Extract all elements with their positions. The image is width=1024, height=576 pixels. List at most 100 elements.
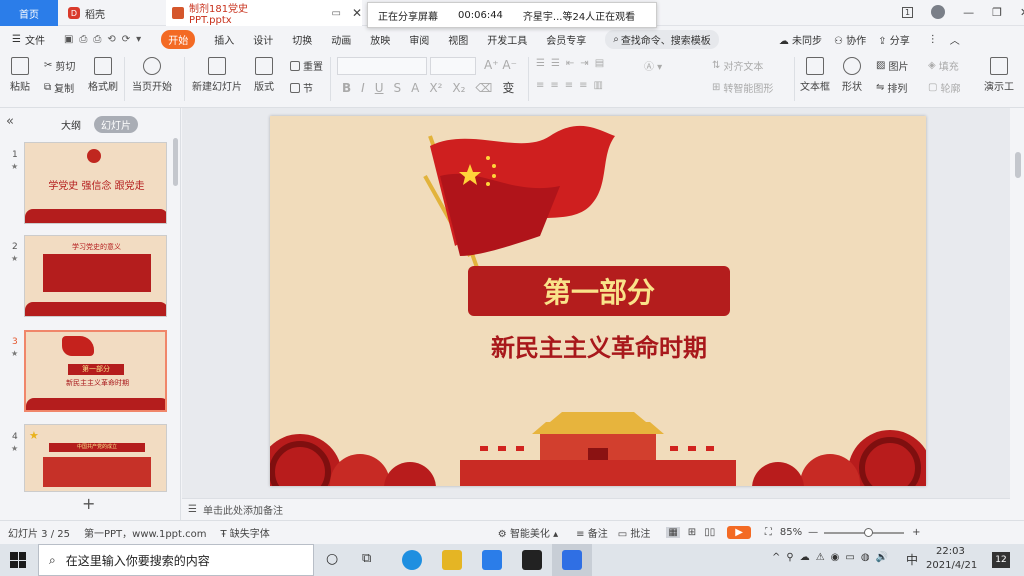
- share-viewers[interactable]: 齐星宇...等24人正在观看: [513, 8, 645, 23]
- file-explorer-icon[interactable]: [442, 550, 462, 570]
- slide-subtitle[interactable]: 新民主主义革命时期: [458, 328, 740, 363]
- mobile-app-icon[interactable]: [482, 550, 502, 570]
- sorter-view-icon[interactable]: ⊞: [688, 527, 696, 538]
- taskbar-time[interactable]: 22:03: [936, 546, 965, 557]
- slide-title[interactable]: 第一部分: [468, 266, 730, 316]
- slide-thumbnail-1[interactable]: 学党史 强信念 跟党走: [24, 142, 167, 224]
- from-current-button[interactable]: 当页开始: [132, 57, 172, 93]
- panel-scrollbar[interactable]: [173, 138, 178, 186]
- align-text-button[interactable]: ⇅ 对齐文本: [712, 58, 763, 73]
- maximize-icon[interactable]: ❐: [992, 6, 1002, 19]
- tab-outline[interactable]: 大纲: [54, 116, 88, 133]
- slide-thumbnail-3[interactable]: 第一部分 新民主主义革命时期: [24, 330, 167, 412]
- zoom-out-icon[interactable]: —: [808, 527, 818, 538]
- sync-status[interactable]: ☁ 未同步: [779, 32, 822, 47]
- format-painter-button[interactable]: 格式刷: [88, 57, 118, 93]
- hamburger-icon[interactable]: ☰: [12, 34, 21, 45]
- system-tray-icons[interactable]: ^⚲☁⚠◉▭◍🔊: [772, 552, 894, 563]
- close-window-icon[interactable]: ✕: [1020, 6, 1024, 19]
- menu-member[interactable]: 会员专享: [546, 32, 586, 47]
- picture-button[interactable]: ▨ 图片: [876, 58, 908, 73]
- tab-daoke[interactable]: D 稻壳: [60, 0, 160, 26]
- windows-start-icon[interactable]: [10, 552, 26, 568]
- minimize-icon[interactable]: —: [963, 6, 974, 19]
- menu-review[interactable]: 审阅: [409, 32, 429, 47]
- add-slide-button[interactable]: +: [82, 494, 95, 513]
- outline-button[interactable]: ▢ 轮廓: [928, 80, 960, 95]
- notes-toggle-button[interactable]: ≡ 备注: [576, 525, 608, 540]
- menu-design[interactable]: 设计: [253, 32, 273, 47]
- brush-icon: [94, 57, 112, 75]
- font-size-select[interactable]: [430, 57, 476, 75]
- collab-button[interactable]: ⚇ 协作: [834, 32, 866, 47]
- edge-icon[interactable]: [402, 550, 422, 570]
- notification-badge[interactable]: 12: [992, 552, 1010, 568]
- task-view-icon[interactable]: ⧉: [362, 551, 371, 566]
- notes-pane[interactable]: ☰ 单击此处添加备注: [182, 498, 1010, 520]
- menu-file[interactable]: 文件: [25, 32, 45, 47]
- new-slide-button[interactable]: 新建幻灯片: [192, 57, 242, 93]
- font-family-select[interactable]: [337, 57, 427, 75]
- paragraph-align-icons[interactable]: ≡≡≡≡▥: [536, 80, 609, 91]
- paste-button[interactable]: 粘贴: [10, 57, 30, 93]
- zoom-slider-handle[interactable]: [864, 527, 874, 537]
- zoom-in-icon[interactable]: +: [912, 527, 920, 538]
- zoom-level[interactable]: 85%: [780, 527, 802, 538]
- taskbar-date[interactable]: 2021/4/21: [926, 560, 977, 571]
- menu-devtools[interactable]: 开发工具: [487, 32, 527, 47]
- reading-view-icon[interactable]: ▯▯: [704, 527, 715, 538]
- collapse-panel-icon[interactable]: «: [6, 114, 14, 129]
- quick-access-icons[interactable]: ▣⎙⎙⟲⟳▾: [64, 34, 147, 45]
- menu-start[interactable]: 开始: [161, 29, 196, 49]
- zoom-slider[interactable]: [824, 527, 905, 537]
- ime-indicator[interactable]: 中: [906, 551, 918, 568]
- window-count-badge[interactable]: 1: [902, 6, 914, 18]
- font-size-adjust-icons[interactable]: A⁺ A⁻: [484, 58, 517, 72]
- menu-animation[interactable]: 动画: [331, 32, 351, 47]
- scroll-thumb[interactable]: [1015, 152, 1021, 178]
- taskbar-search[interactable]: ⌕ 在这里输入你要搜索的内容: [38, 544, 314, 576]
- tab-document[interactable]: 制剂181党史PPT.pptx ▭ ✕: [166, 0, 362, 26]
- comment-button[interactable]: ▭ 批注: [618, 525, 651, 540]
- slide-thumbnail-4[interactable]: ★ 中国共产党的成立: [24, 424, 167, 492]
- layout-button[interactable]: 版式: [254, 57, 274, 93]
- list-icons[interactable]: ☰☰⇤⇥▤: [536, 58, 610, 69]
- menu-insert[interactable]: 插入: [214, 32, 234, 47]
- beautify-button[interactable]: ⚙ 智能美化 ▴: [498, 525, 558, 540]
- avatar[interactable]: [931, 5, 946, 19]
- tab-home[interactable]: 首页: [0, 0, 58, 26]
- smart-graphic-button[interactable]: ⊞ 转智能图形: [712, 80, 773, 95]
- share-button[interactable]: ⇪ 分享: [878, 32, 910, 47]
- present-button[interactable]: 演示工: [984, 57, 1014, 93]
- fit-window-icon[interactable]: ⛶: [765, 527, 772, 538]
- normal-view-icon[interactable]: ▦: [666, 527, 680, 538]
- arrange-button[interactable]: ⇋ 排列: [876, 80, 907, 95]
- missing-font-button[interactable]: Ŧ 缺失字体: [220, 525, 269, 540]
- text-format-icons[interactable]: B I U S A X² X₂ ⌫ 变: [342, 79, 514, 96]
- collapse-ribbon-icon[interactable]: ︿: [950, 32, 960, 47]
- canvas-scrollbar[interactable]: [1012, 108, 1024, 520]
- fill-button[interactable]: ◈ 填充: [928, 58, 959, 73]
- shape-button[interactable]: 形状: [842, 57, 862, 93]
- close-tab-icon[interactable]: ✕: [352, 6, 362, 20]
- menu-view[interactable]: 视图: [448, 32, 468, 47]
- reset-button[interactable]: 重置: [290, 58, 323, 73]
- copy-button[interactable]: ⧉ 复制: [44, 80, 74, 95]
- more-icon[interactable]: ⋮: [928, 34, 938, 45]
- menu-slideshow[interactable]: 放映: [370, 32, 390, 47]
- text-direction-icon[interactable]: Ⓐ ▾: [644, 58, 662, 73]
- cortana-icon[interactable]: ○: [326, 551, 338, 567]
- section-button[interactable]: 节: [290, 80, 313, 95]
- play-slideshow-button[interactable]: ▶: [727, 526, 751, 539]
- arrange-label: 排列: [887, 84, 908, 95]
- command-search[interactable]: ⌕ 查找命令、搜索模板: [605, 29, 719, 49]
- textbox-button[interactable]: 文本框: [800, 57, 830, 93]
- menu-transition[interactable]: 切换: [292, 32, 312, 47]
- slide-thumbnail-2[interactable]: 学习党史的意义: [24, 235, 167, 317]
- video-app-icon[interactable]: [522, 550, 542, 570]
- tab-slides[interactable]: 幻灯片: [94, 116, 138, 133]
- cut-button[interactable]: ✂ 剪切: [44, 58, 75, 73]
- wps-icon[interactable]: [562, 550, 582, 570]
- slide[interactable]: 第一部分 新民主主义革命时期: [270, 116, 926, 486]
- restore-tab-icon[interactable]: ▭: [331, 8, 340, 19]
